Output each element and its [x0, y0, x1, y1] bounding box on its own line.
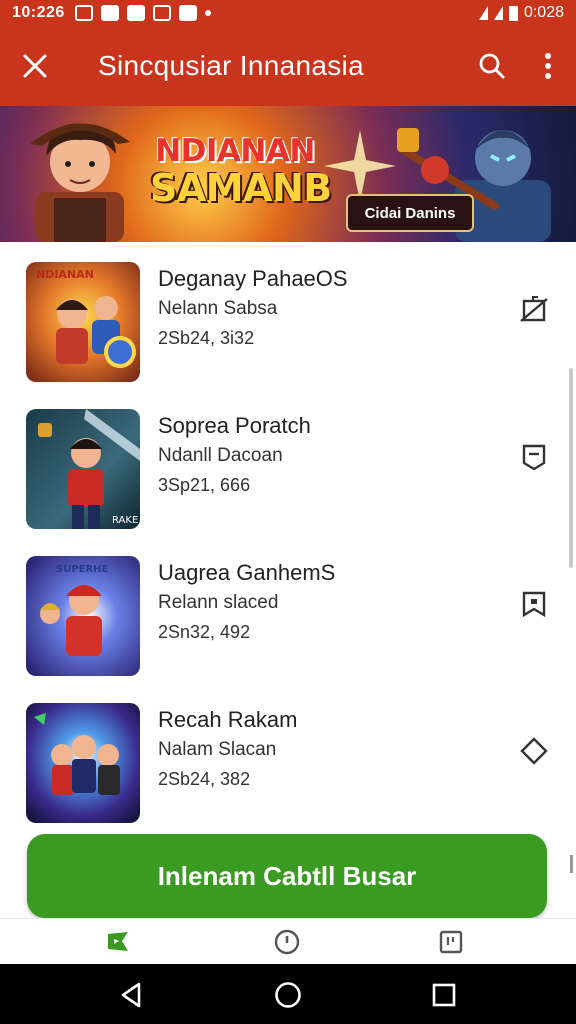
bottom-tab-bar — [0, 918, 576, 964]
notification-icon — [126, 5, 145, 21]
tab-library[interactable] — [436, 929, 466, 959]
battery-icon — [508, 5, 518, 21]
search-button[interactable] — [464, 26, 520, 106]
scrollbar[interactable] — [569, 368, 573, 568]
item-name: Uagrea GanhemS — [158, 560, 336, 585]
item-name: Soprea Poratch — [158, 413, 311, 438]
item-action-button[interactable] — [516, 439, 552, 475]
item-action-button[interactable] — [516, 733, 552, 769]
notification-icon — [74, 5, 93, 21]
more-notifications-icon — [204, 10, 211, 16]
scroll-indicator — [570, 855, 573, 873]
chat-bookmark-icon — [522, 444, 546, 471]
more-vert-icon — [545, 53, 551, 79]
item-subtitle: Nelann Sabsa — [158, 298, 278, 319]
list-item[interactable]: SUPERHE Uagrea GanhemS Relann slaced 2Sn… — [0, 536, 576, 683]
save-bookmark-icon — [522, 591, 546, 618]
item-thumbnail: NDIANAN — [26, 262, 140, 382]
signal-icon — [493, 6, 503, 20]
back-icon — [121, 982, 141, 1008]
page-title: Sincqusiar Innanasia — [98, 50, 364, 81]
status-time: 10:226 — [12, 4, 65, 21]
clock-icon — [274, 929, 300, 955]
library-icon — [439, 930, 463, 954]
game-thumbnail-image: RAKE — [26, 409, 140, 529]
home-circle-icon — [275, 982, 301, 1008]
item-action-button[interactable] — [516, 292, 552, 328]
app-bar: Sincqusiar Innanasia — [0, 26, 576, 106]
game-thumbnail-image: NDIANAN — [26, 262, 140, 382]
recents-square-icon — [432, 983, 456, 1007]
banner-title: NDIANAN SAMANB — [150, 133, 332, 210]
more-options-button[interactable] — [520, 26, 576, 106]
game-thumbnail-image — [26, 703, 140, 823]
notification-icons — [74, 5, 211, 21]
item-thumbnail: RAKE — [26, 409, 140, 529]
notification-icon — [152, 5, 171, 21]
home-button[interactable] — [273, 980, 303, 1010]
item-name: Recah Rakam — [158, 707, 298, 732]
item-meta: 2Sb24, 382 — [158, 769, 251, 789]
search-icon — [479, 53, 505, 79]
recents-button[interactable] — [429, 980, 459, 1010]
item-name: Deganay PahaeOS — [158, 266, 348, 291]
flag-icon — [108, 932, 128, 951]
item-subtitle: Nalam Slacan — [158, 739, 277, 760]
tab-home[interactable] — [103, 929, 133, 959]
thumb-tag: RAKE — [112, 515, 138, 526]
diamond-icon — [520, 737, 548, 765]
status-bar: 10:226 0:028 — [0, 0, 576, 26]
tab-history[interactable] — [272, 929, 302, 959]
item-thumbnail — [26, 703, 140, 823]
item-thumbnail: SUPERHE — [26, 556, 140, 676]
status-right-time: 0:028 — [523, 4, 564, 21]
list-item[interactable]: RAKE Soprea Poratch Ndanll Dacoan 3Sp21,… — [0, 389, 576, 536]
promo-banner[interactable]: NDIANAN SAMANB Cidai Danins — [0, 106, 576, 242]
thumb-tag: SUPERHE — [56, 564, 109, 575]
close-button[interactable] — [0, 26, 70, 106]
system-navigation-bar — [0, 964, 576, 1024]
notification-icon — [100, 5, 119, 21]
banner-title-line1: NDIANAN — [155, 133, 315, 169]
app-screen: 10:226 0:028 Sincqusiar Innanasia NDIANA… — [0, 0, 576, 1024]
status-right: 0:028 — [478, 4, 564, 22]
game-list: NDIANAN Deganay PahaeOS Nelann Sabsa 2Sb… — [0, 242, 576, 830]
item-meta: 2Sn32, 492 — [158, 622, 251, 642]
banner-title-line2: SAMANB — [150, 166, 332, 210]
banner-badge: Cidai Danins — [346, 194, 474, 232]
wifi-icon — [178, 5, 197, 21]
item-meta: 2Sb24, 3i32 — [158, 328, 255, 348]
item-subtitle: Relann slaced — [158, 592, 279, 613]
primary-cta-button[interactable]: Inlenam Cabtll Busar — [27, 834, 547, 918]
list-item[interactable]: NDIANAN Deganay PahaeOS Nelann Sabsa 2Sb… — [0, 242, 576, 389]
item-meta: 3Sp21, 666 — [158, 475, 251, 495]
signal-icon — [478, 6, 488, 20]
thumb-tag: NDIANAN — [36, 268, 94, 281]
item-action-button[interactable] — [516, 586, 552, 622]
item-subtitle: Ndanll Dacoan — [158, 445, 283, 466]
back-button[interactable] — [117, 980, 147, 1010]
close-icon — [23, 54, 47, 78]
game-thumbnail-image: SUPERHE — [26, 556, 140, 676]
hero-character-illustration — [30, 123, 130, 242]
list-item[interactable]: Recah Rakam Nalam Slacan 2Sb24, 382 — [0, 683, 576, 830]
crossed-bookmark-icon — [520, 296, 548, 322]
